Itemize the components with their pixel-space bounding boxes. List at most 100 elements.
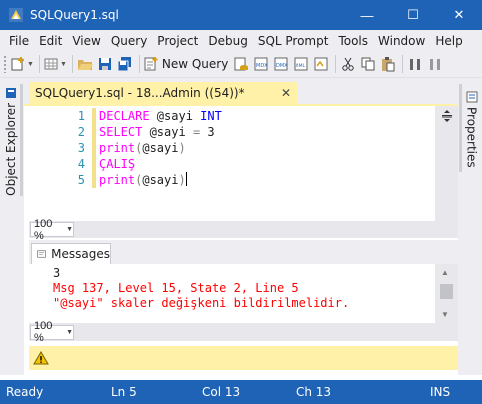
grid-button[interactable]: ▼	[43, 54, 67, 74]
object-explorer-tab[interactable]: Object Explorer	[1, 84, 23, 196]
scroll-up-icon[interactable]: ▲	[441, 268, 449, 277]
standard-toolbar: ▼ ▼ New Query MDX DMX XML	[0, 51, 482, 78]
code-line[interactable]: ÇALIŞ	[99, 156, 135, 172]
maximize-button[interactable]: ☐	[390, 0, 436, 30]
menu-tools[interactable]: Tools	[333, 34, 373, 48]
db-query-icon	[234, 57, 249, 71]
toolbar-separator	[402, 55, 404, 73]
menu-bar: File Edit View Query Project Debug SQL P…	[0, 30, 482, 51]
title-bar: SQLQuery1.sql — ☐ ✕	[0, 0, 482, 30]
code-line[interactable]: DECLARE @sayi INT	[99, 108, 222, 124]
editor-zoom-select[interactable]: 100 % ▼	[30, 218, 74, 242]
xmla-query-button[interactable]: XML	[292, 54, 310, 74]
document-tab-strip: SQLQuery1.sql - 18...Admin ((54))* ✕	[24, 78, 458, 104]
line-number: 1	[77, 109, 85, 123]
minimize-icon: —	[360, 7, 374, 23]
code-line[interactable]: print(@sayi)	[99, 140, 186, 156]
open-button[interactable]	[76, 54, 94, 74]
add-item-button[interactable]: ▼	[10, 54, 34, 74]
dax-query-icon	[314, 57, 328, 71]
menu-file[interactable]: File	[4, 34, 34, 48]
dax-query-button[interactable]	[312, 54, 330, 74]
chevron-down-icon: ▼	[66, 328, 73, 336]
tab-close-icon[interactable]: ✕	[281, 86, 291, 100]
menu-debug[interactable]: Debug	[203, 34, 252, 48]
menu-view[interactable]: View	[67, 34, 105, 48]
copy-icon	[361, 57, 375, 71]
object-explorer-label: Object Explorer	[3, 102, 18, 196]
menu-project[interactable]: Project	[152, 34, 203, 48]
scroll-thumb[interactable]	[440, 284, 453, 299]
messages-icon	[37, 250, 46, 258]
grid-icon	[44, 58, 58, 70]
undo-icon	[410, 59, 421, 70]
save-all-icon	[117, 57, 131, 72]
paste-button[interactable]	[379, 54, 397, 74]
results-zoom-select[interactable]: 100 % ▼	[30, 320, 74, 344]
split-editor-button[interactable]	[438, 108, 455, 124]
code-token: print	[99, 141, 136, 155]
tab-messages[interactable]: Messages	[31, 243, 111, 264]
editor-zoom-row: 100 % ▼	[29, 218, 458, 242]
cut-button[interactable]	[339, 54, 357, 74]
new-query-label: New Query	[161, 57, 229, 71]
toolbar-separator	[335, 55, 337, 73]
code-token: @sayi	[142, 125, 193, 139]
save-button[interactable]	[96, 54, 114, 74]
document-tab-sqlquery1[interactable]: SQLQuery1.sql - 18...Admin ((54))* ✕	[29, 82, 297, 104]
dmx-query-button[interactable]: DMX	[272, 54, 290, 74]
grid-dropdown-icon[interactable]: ▼	[60, 61, 67, 68]
status-insert-mode: INS	[430, 385, 451, 399]
menu-query[interactable]: Query	[106, 34, 152, 48]
toolbar-grip[interactable]	[3, 55, 7, 73]
line-number: 2	[77, 125, 85, 139]
split-icon	[441, 110, 452, 122]
minimize-button[interactable]: —	[344, 0, 390, 30]
properties-icon	[466, 91, 477, 103]
mdx-query-button[interactable]: MDX	[252, 54, 270, 74]
code-token: )	[178, 141, 186, 155]
code-token: DECLARE	[99, 109, 150, 123]
copy-button[interactable]	[359, 54, 377, 74]
add-item-dropdown-icon[interactable]: ▼	[27, 61, 34, 68]
add-item-icon	[11, 57, 24, 71]
warning-icon	[33, 351, 49, 365]
menu-sql-prompt[interactable]: SQL Prompt	[253, 34, 334, 48]
left-dock-strip: Object Explorer	[0, 78, 24, 375]
new-query-button[interactable]: New Query	[143, 54, 228, 74]
save-icon	[98, 58, 111, 70]
properties-tab[interactable]: Properties	[459, 84, 481, 172]
toolbar-separator	[138, 55, 140, 73]
menu-window[interactable]: Window	[373, 34, 430, 48]
status-line: Ln 5	[111, 385, 137, 399]
menu-help[interactable]: Help	[430, 34, 467, 48]
scroll-down-icon[interactable]: ▼	[441, 310, 449, 319]
message-line: 3	[53, 266, 61, 280]
undo-button[interactable]	[406, 54, 424, 74]
messages-vertical-scrollbar[interactable]: ▲ ▼	[435, 264, 458, 323]
change-tracking-bar	[92, 108, 96, 188]
toolbar-separator	[38, 55, 40, 73]
status-column: Col 13	[202, 385, 241, 399]
results-zoom-value: 100 %	[34, 320, 53, 344]
window-title: SQLQuery1.sql	[30, 8, 119, 22]
editor-vertical-scrollbar[interactable]	[435, 106, 458, 221]
db-engine-query-button[interactable]	[232, 54, 250, 74]
redo-button[interactable]	[426, 54, 444, 74]
ssms-app-icon	[9, 8, 23, 22]
code-token: )	[178, 173, 186, 187]
code-token: 3	[200, 125, 215, 139]
line-number: 4	[77, 157, 85, 171]
messages-pane[interactable]: 3 Msg 137, Level 15, State 2, Line 5 "@s…	[29, 264, 435, 323]
query-status-bar	[29, 346, 458, 370]
close-button[interactable]: ✕	[436, 0, 482, 30]
chevron-down-icon: ▼	[66, 226, 73, 233]
code-line[interactable]: print(@sayi)	[99, 172, 187, 188]
code-line[interactable]: SELECT @sayi = 3	[99, 124, 215, 140]
menu-edit[interactable]: Edit	[34, 34, 67, 48]
save-all-button[interactable]	[116, 54, 134, 74]
query-editor[interactable]: 1 2 3 4 5 DECLARE @sayi INT SELECT @sayi …	[29, 106, 435, 221]
dmx-query-icon: DMX	[274, 57, 289, 71]
status-char: Ch 13	[296, 385, 332, 399]
properties-label: Properties	[464, 106, 479, 168]
